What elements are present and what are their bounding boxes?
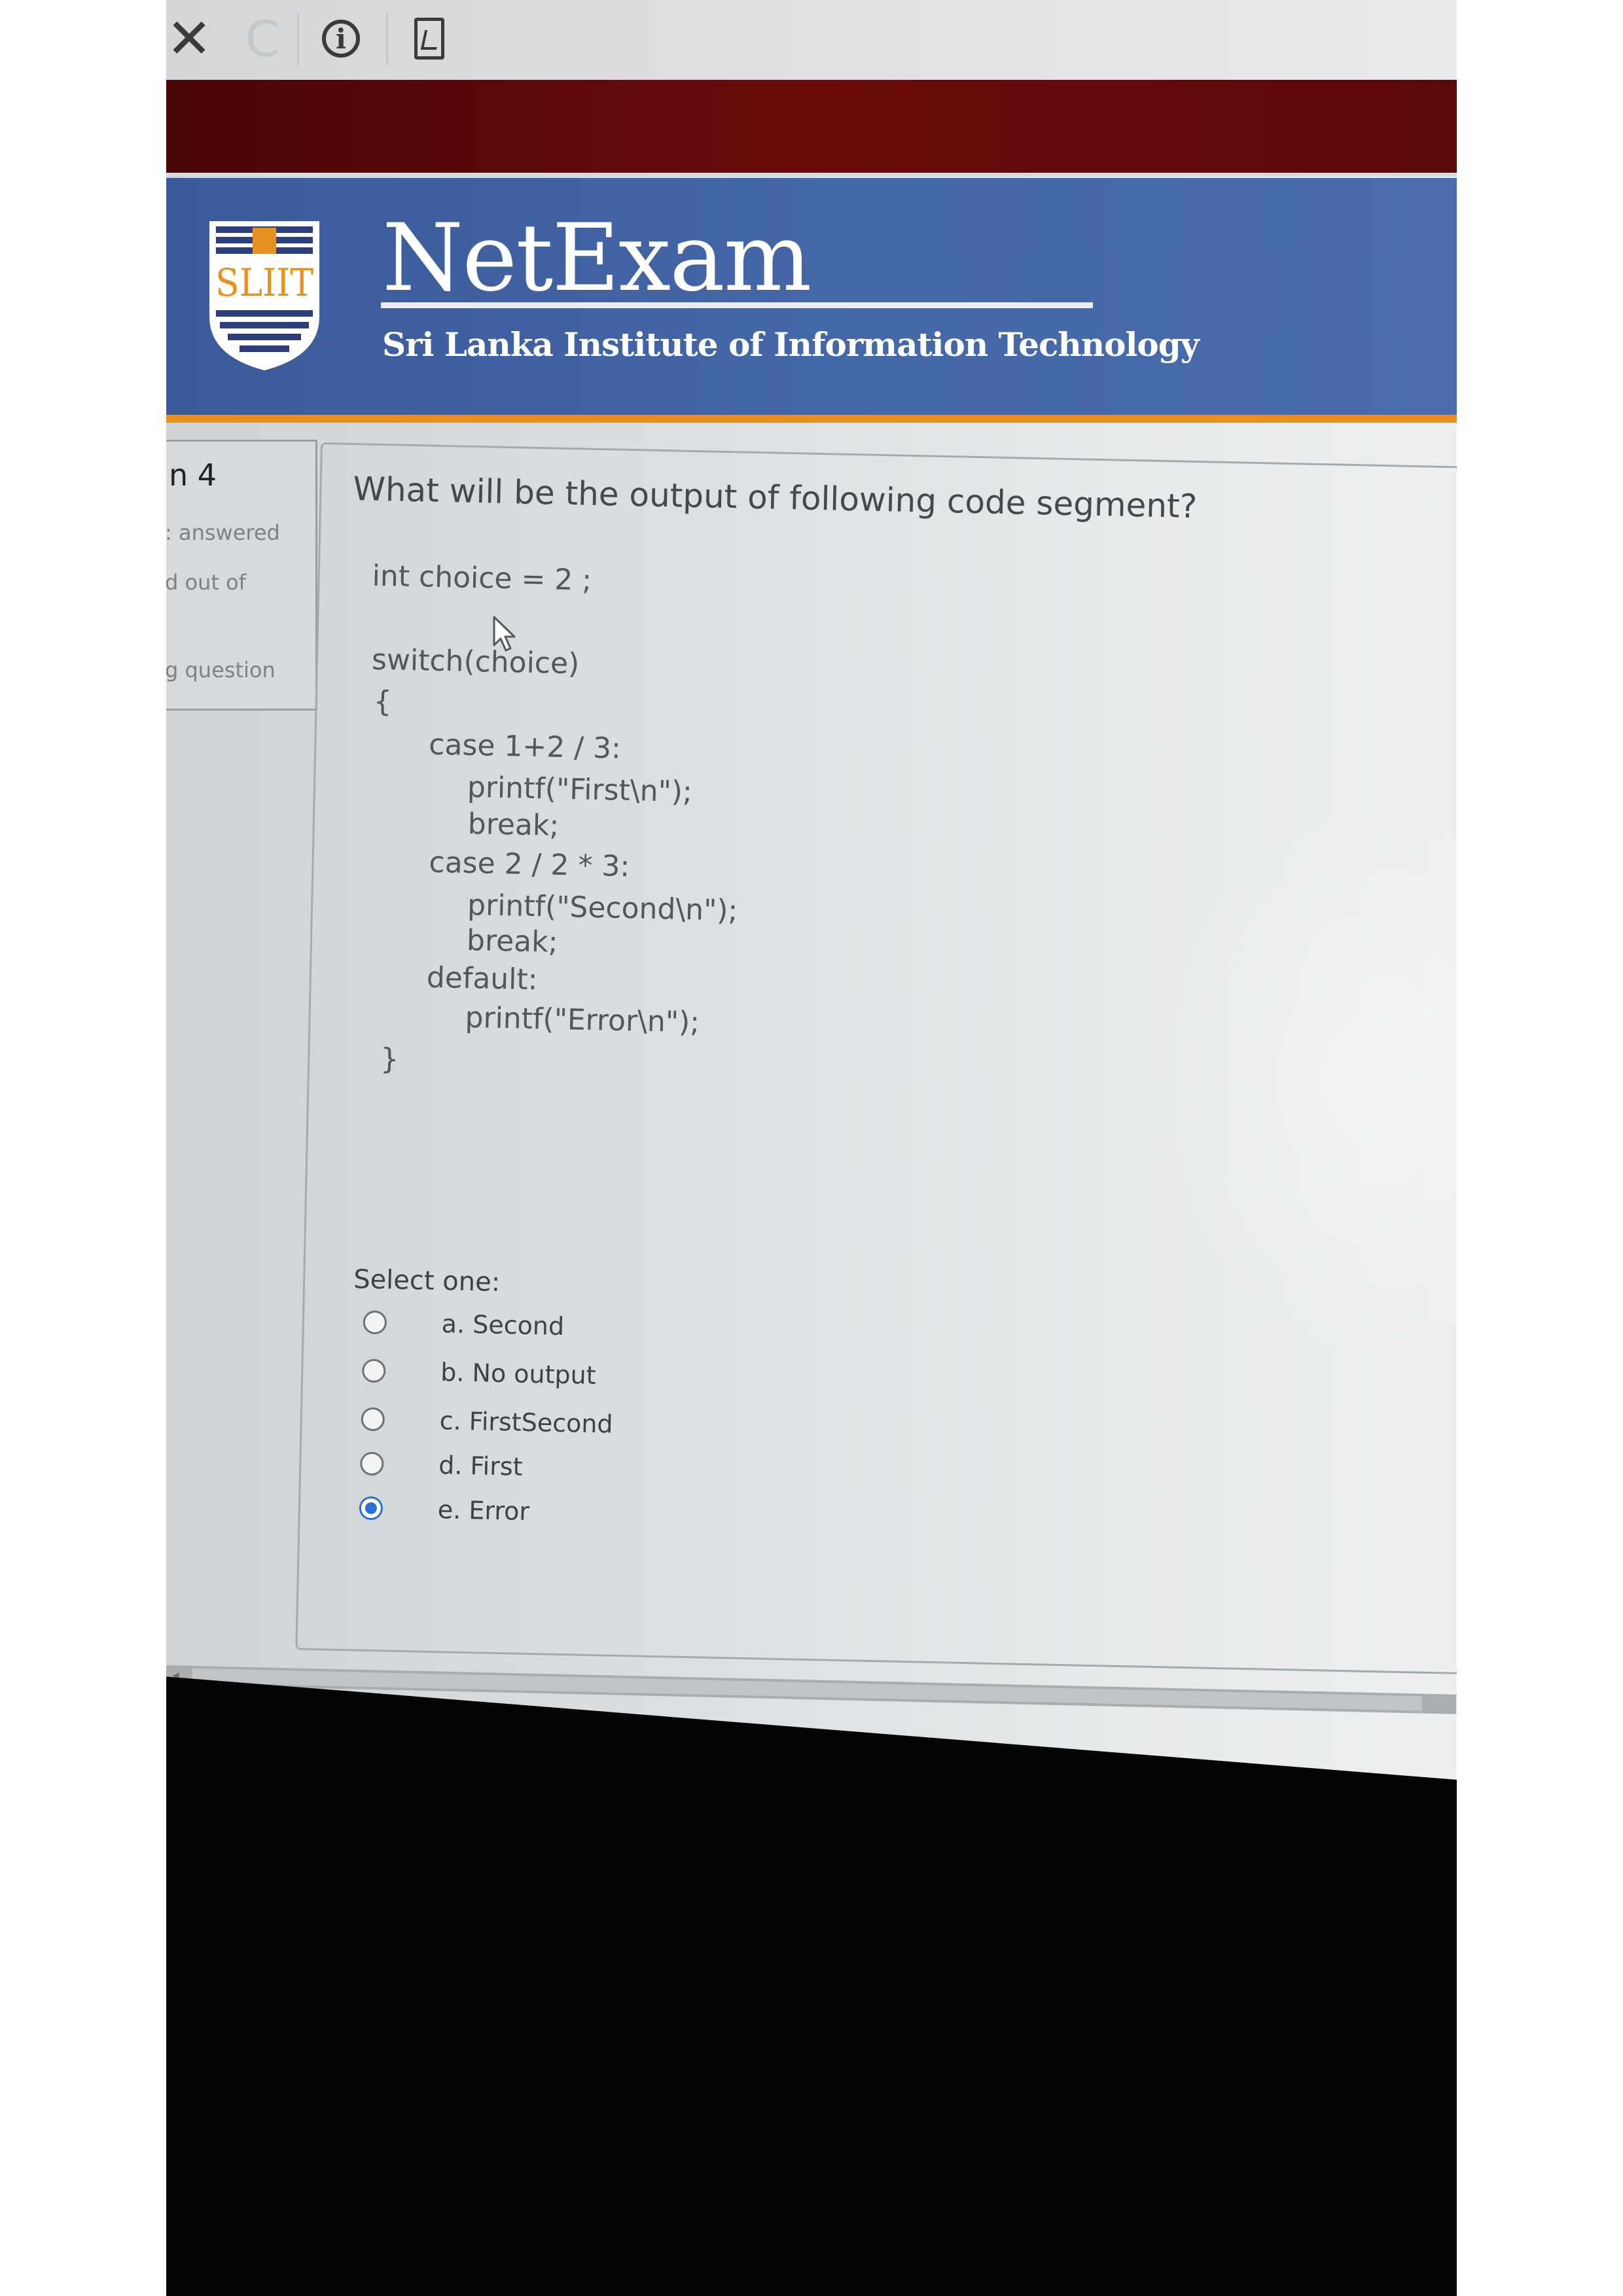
option-b[interactable]: b. No output xyxy=(361,1356,596,1390)
code-line: { xyxy=(373,684,393,719)
radio-button[interactable] xyxy=(361,1407,385,1432)
question-card: What will be the output of following cod… xyxy=(295,442,1457,1674)
code-line: case 1+2 / 3: xyxy=(428,728,622,766)
photo-frame: ✕ C i SLIIT NetExam Sri Lanka Institute … xyxy=(166,0,1457,2296)
question-marks: d out of xyxy=(166,570,246,595)
option-label[interactable]: a. Second xyxy=(441,1309,564,1341)
toolbar-divider xyxy=(297,13,299,65)
info-icon[interactable]: i xyxy=(318,9,364,68)
code-line: break; xyxy=(467,807,560,843)
top-band xyxy=(166,80,1457,177)
brand-divider xyxy=(381,302,1093,308)
scroll-left-icon[interactable]: ◂ xyxy=(172,1667,179,1682)
option-label[interactable]: e. Error xyxy=(437,1495,529,1526)
toolbar-divider xyxy=(386,13,388,65)
option-c[interactable]: c. FirstSecond xyxy=(361,1405,613,1439)
scrollbar-thumb[interactable] xyxy=(192,1668,1423,1711)
site-header: SLIIT NetExam Sri Lanka Institute of Inf… xyxy=(166,178,1457,423)
code-line: printf("Error\n"); xyxy=(465,1000,700,1040)
radio-button[interactable] xyxy=(359,1451,384,1476)
question-info-panel: n 4 : answered d out of g question xyxy=(166,440,317,711)
code-line: int choice = 2 ; xyxy=(372,559,592,597)
option-d[interactable]: d. First xyxy=(359,1449,523,1481)
option-label[interactable]: d. First xyxy=(438,1451,523,1481)
option-label[interactable]: b. No output xyxy=(440,1358,596,1390)
reload-icon[interactable]: C xyxy=(240,9,285,68)
code-line: printf("Second\n"); xyxy=(467,888,738,928)
select-one-label: Select one: xyxy=(353,1264,501,1298)
radio-button[interactable] xyxy=(363,1310,387,1335)
close-icon[interactable]: ✕ xyxy=(166,7,212,71)
option-e[interactable]: e. Error xyxy=(359,1494,529,1526)
brand-name: NetExam xyxy=(382,204,812,312)
code-line: break; xyxy=(466,923,558,959)
radio-button-selected[interactable] xyxy=(359,1496,383,1521)
radio-button[interactable] xyxy=(361,1358,386,1383)
horizontal-scrollbar[interactable]: ◂ xyxy=(166,1665,1457,1714)
logo-text: SLIIT xyxy=(215,260,313,305)
question-status: : answered xyxy=(166,520,280,545)
mouse-cursor-icon xyxy=(493,616,516,652)
sliit-logo: SLIIT xyxy=(209,221,319,370)
code-line: printf("First\n"); xyxy=(467,770,693,809)
code-line: default: xyxy=(426,961,539,997)
institute-name: Sri Lanka Institute of Information Techn… xyxy=(382,325,1200,364)
option-label[interactable]: c. FirstSecond xyxy=(439,1406,613,1439)
code-line: case 2 / 2 * 3: xyxy=(429,845,630,884)
question-prompt: What will be the output of following cod… xyxy=(352,470,1198,526)
browser-toolbar: ✕ C i xyxy=(166,0,1457,81)
question-number: n 4 xyxy=(169,457,217,493)
monitor-screen: ✕ C i SLIIT NetExam Sri Lanka Institute … xyxy=(166,0,1457,1780)
flag-question-link[interactable]: g question xyxy=(166,658,276,682)
page-icon[interactable] xyxy=(410,9,449,68)
option-a[interactable]: a. Second xyxy=(363,1308,565,1341)
code-line: switch(choice) xyxy=(371,643,580,681)
code-line: } xyxy=(380,1042,399,1076)
